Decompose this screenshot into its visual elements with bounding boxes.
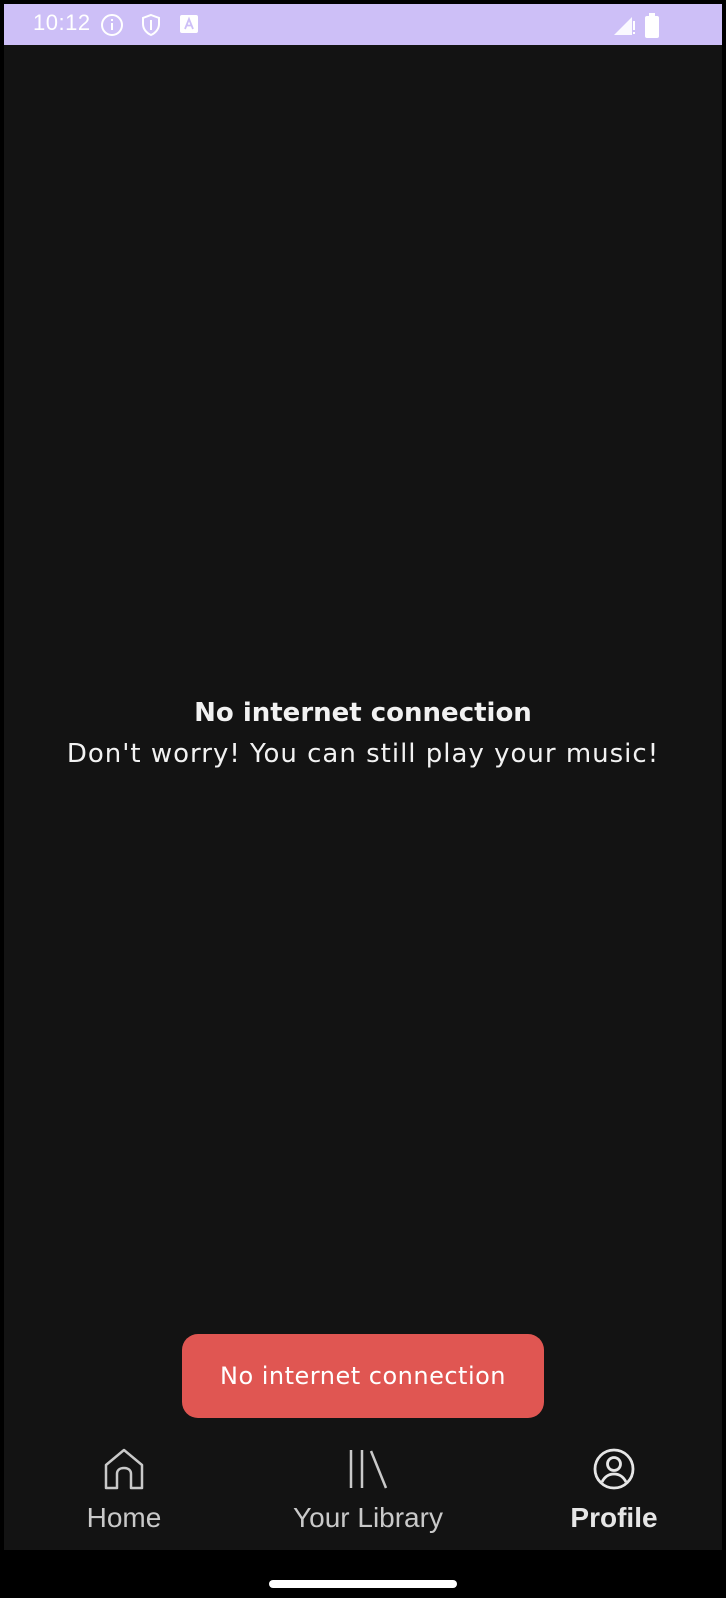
- info-icon: [100, 13, 124, 42]
- nav-item-home[interactable]: Home: [44, 1432, 204, 1550]
- home-icon: [103, 1446, 145, 1492]
- battery-icon: [644, 13, 660, 44]
- shield-icon: [139, 13, 163, 42]
- nav-label-profile: Profile: [570, 1502, 658, 1533]
- profile-icon: [592, 1446, 636, 1492]
- status-bar: 10:12: [4, 4, 722, 45]
- app-screen: 10:12 No internet connection Don't worry…: [4, 4, 722, 1598]
- main-content: No internet connection Don't worry! You …: [4, 45, 722, 1440]
- device-frame: 10:12 No internet connection Don't worry…: [0, 0, 726, 1598]
- toast-message: No internet connection: [182, 1334, 544, 1418]
- no-connection-subtitle: Don't worry! You can still play your mus…: [66, 739, 660, 769]
- bottom-navigation: Home Your Library Profile: [4, 1432, 722, 1550]
- nav-label-your-library: Your Library: [293, 1502, 443, 1533]
- signal-icon: [612, 13, 636, 42]
- no-connection-title: No internet connection: [194, 698, 532, 728]
- status-time: 10:12: [33, 10, 91, 35]
- nav-item-your-library[interactable]: Your Library: [268, 1432, 468, 1550]
- library-icon: [346, 1446, 390, 1492]
- home-gesture-handle[interactable]: [269, 1580, 457, 1588]
- nav-item-profile[interactable]: Profile: [534, 1432, 694, 1550]
- system-gesture-area: [4, 1550, 722, 1598]
- nav-label-home: Home: [86, 1502, 162, 1533]
- accessibility-icon: [178, 13, 200, 40]
